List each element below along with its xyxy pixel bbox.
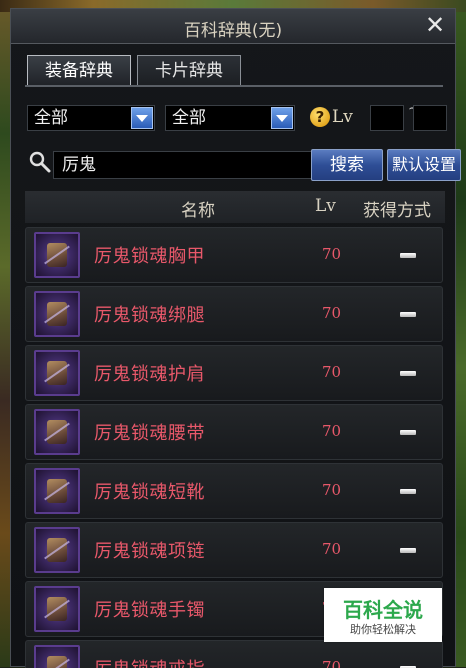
tab-divider [25, 85, 443, 87]
watermark-subtitle: 助你轻松解决 [350, 623, 416, 636]
item-level: 70 [322, 363, 342, 381]
help-icon[interactable]: ? [310, 107, 330, 127]
chevron-down-icon[interactable] [131, 107, 153, 129]
chevron-down-icon[interactable] [271, 107, 293, 129]
acquire-method-dash [400, 253, 416, 258]
acquire-method-dash [400, 371, 416, 376]
item-name: 厉鬼锁魂绑腿 [94, 305, 205, 326]
item-level: 70 [322, 304, 342, 322]
search-button[interactable]: 搜索 [311, 149, 383, 181]
bracelet-icon [34, 586, 80, 632]
acquire-method-dash [400, 548, 416, 553]
item-name: 厉鬼锁魂护肩 [94, 364, 205, 385]
list-item[interactable]: 厉鬼锁魂戒指 70 [25, 640, 443, 668]
item-name: 厉鬼锁魂胸甲 [94, 246, 205, 267]
search-row: 厉鬼 搜索 默认设置 [27, 149, 461, 181]
subcategory-select[interactable]: 全部 [165, 105, 295, 131]
item-level: 70 [322, 481, 342, 499]
list-item[interactable]: 厉鬼锁魂项链 70 [25, 522, 443, 578]
level-max-input[interactable] [413, 105, 447, 131]
encyclopedia-window: 百科辞典(无) ✕ 装备辞典 卡片辞典 全部 全部 ? Lv ~ 厉鬼 搜索 默… [10, 8, 461, 668]
title-bar[interactable]: 百科辞典(无) ✕ [11, 9, 455, 44]
necklace-icon [34, 527, 80, 573]
acquire-method-dash [400, 430, 416, 435]
item-name: 厉鬼锁魂手镯 [94, 600, 205, 621]
category-select-value: 全部 [34, 108, 68, 128]
list-header: 名称 Lv 获得方式 [25, 191, 445, 223]
close-icon[interactable]: ✕ [423, 13, 447, 37]
search-icon [29, 151, 51, 173]
list-item[interactable]: 厉鬼锁魂护肩 70 [25, 345, 443, 401]
item-level: 70 [322, 422, 342, 440]
default-settings-button[interactable]: 默认设置 [387, 149, 461, 181]
filter-row: 全部 全部 ? Lv ~ [27, 101, 447, 135]
list-item[interactable]: 厉鬼锁魂短靴 70 [25, 463, 443, 519]
acquire-method-dash [400, 312, 416, 317]
ring-icon [34, 645, 80, 668]
acquire-method-dash [400, 489, 416, 494]
watermark-logo: 百科全说 助你轻松解决 [324, 588, 442, 642]
category-select[interactable]: 全部 [27, 105, 155, 131]
list-item[interactable]: 厉鬼锁魂胸甲 70 [25, 227, 443, 283]
item-name: 厉鬼锁魂短靴 [94, 482, 205, 503]
shoulder-armor-icon [34, 350, 80, 396]
watermark-title: 百科全说 [343, 598, 423, 622]
boots-icon [34, 468, 80, 514]
level-min-input[interactable] [370, 105, 404, 131]
subcategory-select-value: 全部 [172, 108, 206, 128]
window-title: 百科辞典(无) [183, 21, 283, 41]
header-name: 名称 [181, 201, 215, 221]
level-label: Lv [332, 107, 353, 127]
item-level: 70 [322, 540, 342, 558]
header-level: Lv [315, 196, 336, 216]
item-name: 厉鬼锁魂项链 [94, 541, 205, 562]
item-level: 70 [322, 245, 342, 263]
header-acquire-method: 获得方式 [363, 201, 431, 221]
chest-armor-icon [34, 232, 80, 278]
leg-armor-icon [34, 291, 80, 337]
item-name: 厉鬼锁魂戒指 [94, 655, 205, 668]
tab-equipment-dictionary[interactable]: 装备辞典 [27, 55, 131, 85]
belt-icon [34, 409, 80, 455]
list-item[interactable]: 厉鬼锁魂腰带 70 [25, 404, 443, 460]
item-name: 厉鬼锁魂腰带 [94, 423, 205, 444]
search-input[interactable]: 厉鬼 [53, 151, 313, 179]
tab-card-dictionary[interactable]: 卡片辞典 [137, 55, 241, 85]
list-item[interactable]: 厉鬼锁魂绑腿 70 [25, 286, 443, 342]
